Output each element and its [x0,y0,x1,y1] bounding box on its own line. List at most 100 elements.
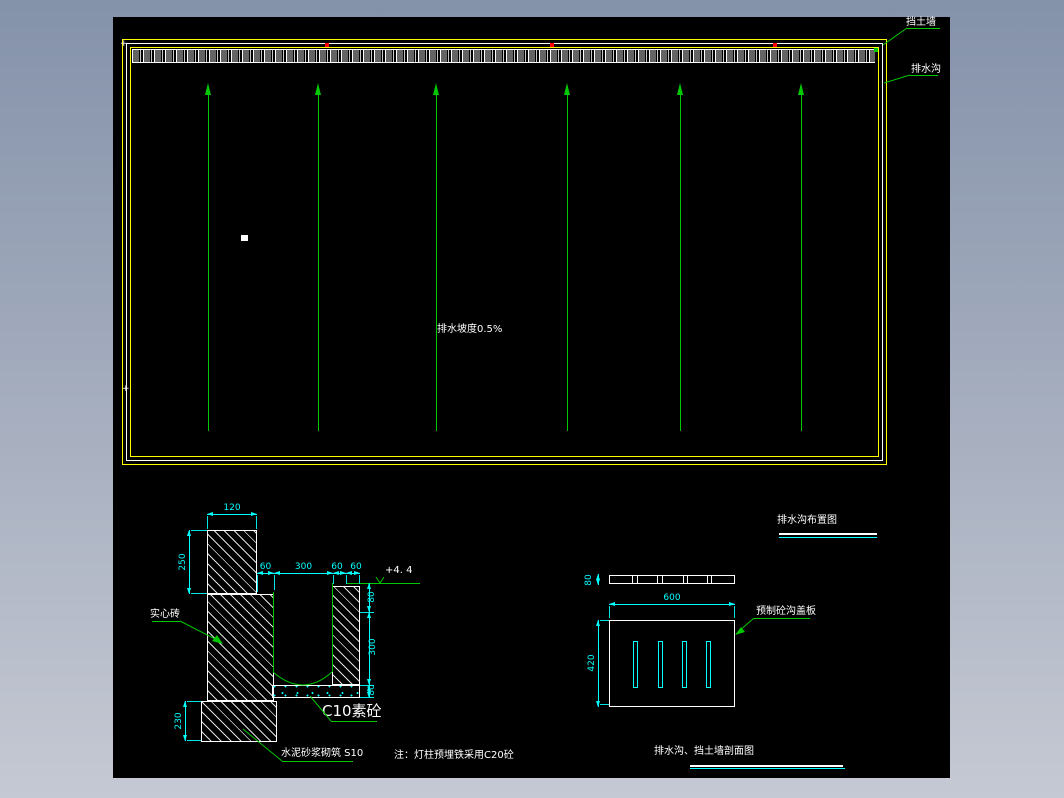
mortar-label: 水泥砂浆砌筑 S10 [281,748,363,759]
plate-joint [683,576,684,583]
layout-title: 排水沟布置图 [777,515,837,526]
dim-60-right: 60 [347,562,365,572]
dim-line-300 [274,573,333,574]
plate-joint [707,576,708,583]
base-concrete-underline [331,721,377,722]
plate-joint [711,576,712,583]
cover-plate-side-view [609,575,735,584]
dim-230: 230 [174,709,184,733]
extension-line [191,593,207,594]
arrow-head [205,83,211,95]
plate-joint [632,576,633,583]
arrow-head [433,83,439,95]
right-wall-block [332,586,360,685]
cover-plate-leader-arrowhead [735,627,745,635]
dim-420: 420 [587,651,597,675]
retaining-wall-label: 挡土墙 [906,17,936,28]
flow-arrow [318,95,319,431]
extension-line [191,530,207,531]
plate-slot [658,641,663,688]
arrow-head [677,83,683,95]
layout-title-underline-thick [779,533,877,535]
dim-60-mid: 60 [328,562,346,572]
dim-80-plate: 80 [584,571,594,589]
artifact-dot [241,235,248,241]
elevation-value: +4. 4 [385,565,412,576]
solid-brick-label: 实心砖 [150,609,180,620]
drain-leader [884,75,910,83]
layout-title-underline-thin [779,537,877,538]
footing-block [201,701,277,742]
grip-marker: + [122,386,130,393]
node-dot-green [874,48,878,52]
extension-line [360,685,374,686]
mid-wall-block [207,594,274,701]
note-text: 注：灯柱预埋铁采用C20砼 [394,750,514,761]
extension-line [734,606,735,618]
cad-drawing-canvas[interactable]: + + 排水坡度0.5% 挡土墙 排水沟 120 250 230 60 300 … [113,17,950,778]
flow-arrow [436,95,437,431]
extension-line [207,516,208,529]
flow-arrow [680,95,681,431]
plate-joint [662,576,663,583]
plate-joint [687,576,688,583]
dim-line-230 [185,701,186,741]
extension-line [609,606,610,618]
cover-plate-leader [738,618,754,632]
flow-arrow [208,95,209,431]
extension-line [257,575,258,592]
retaining-wall-underline [907,28,940,29]
dim-300: 300 [274,562,333,572]
drain-label: 排水沟 [911,64,941,75]
section-title: 排水沟、挡土墙剖面图 [654,746,754,757]
dim-line-420 [598,620,599,707]
arrow-head [315,83,321,95]
dim-line-600 [609,604,735,605]
extension-line [600,704,609,705]
extension-line [333,575,334,584]
cover-plate-underline [754,618,810,619]
extension-line [274,575,275,590]
upper-wall-block [207,530,257,594]
node-dot-red [773,43,777,47]
dim-line-60-left [257,573,274,574]
dim-line-120 [207,514,257,515]
drain-underline [910,75,938,76]
cover-plate-plan-view [609,620,735,707]
section-title-underline-thick [690,765,843,767]
base-concrete-label: C10素砼 [322,703,382,720]
cover-plate-label: 预制砼沟盖板 [756,606,816,617]
dim-600: 600 [609,593,735,603]
extension-line [187,740,201,741]
dim-300-depth: 300 [368,635,378,659]
flow-arrow [567,95,568,431]
extension-line [256,516,257,529]
section-title-underline-thin [690,768,845,769]
drain-cover-band [132,49,875,63]
plate-joint [657,576,658,583]
plate-slot [682,641,687,688]
concrete-base-layer [272,685,360,698]
plate-slot [706,641,711,688]
extension-line [346,575,347,584]
dim-60-left: 60 [257,562,274,572]
dim-250: 250 [178,550,188,574]
slope-label: 排水坡度0.5% [437,324,502,335]
node-dot-red [325,43,329,47]
grip-marker: + [120,41,128,48]
extension-line [359,575,360,584]
plan-inner-border [130,47,879,457]
solid-brick-underline [152,621,180,622]
extension-line [187,701,201,702]
plate-joint [637,576,638,583]
plate-slot [633,641,638,688]
elevation-line [347,583,420,584]
dim-line-250 [189,530,190,594]
flow-arrow [801,95,802,431]
channel-right-face [332,583,333,672]
mortar-underline [282,761,353,762]
dim-line-plate [598,574,599,585]
node-dot-red [550,43,554,47]
arrow-head [564,83,570,95]
arrow-head [798,83,804,95]
